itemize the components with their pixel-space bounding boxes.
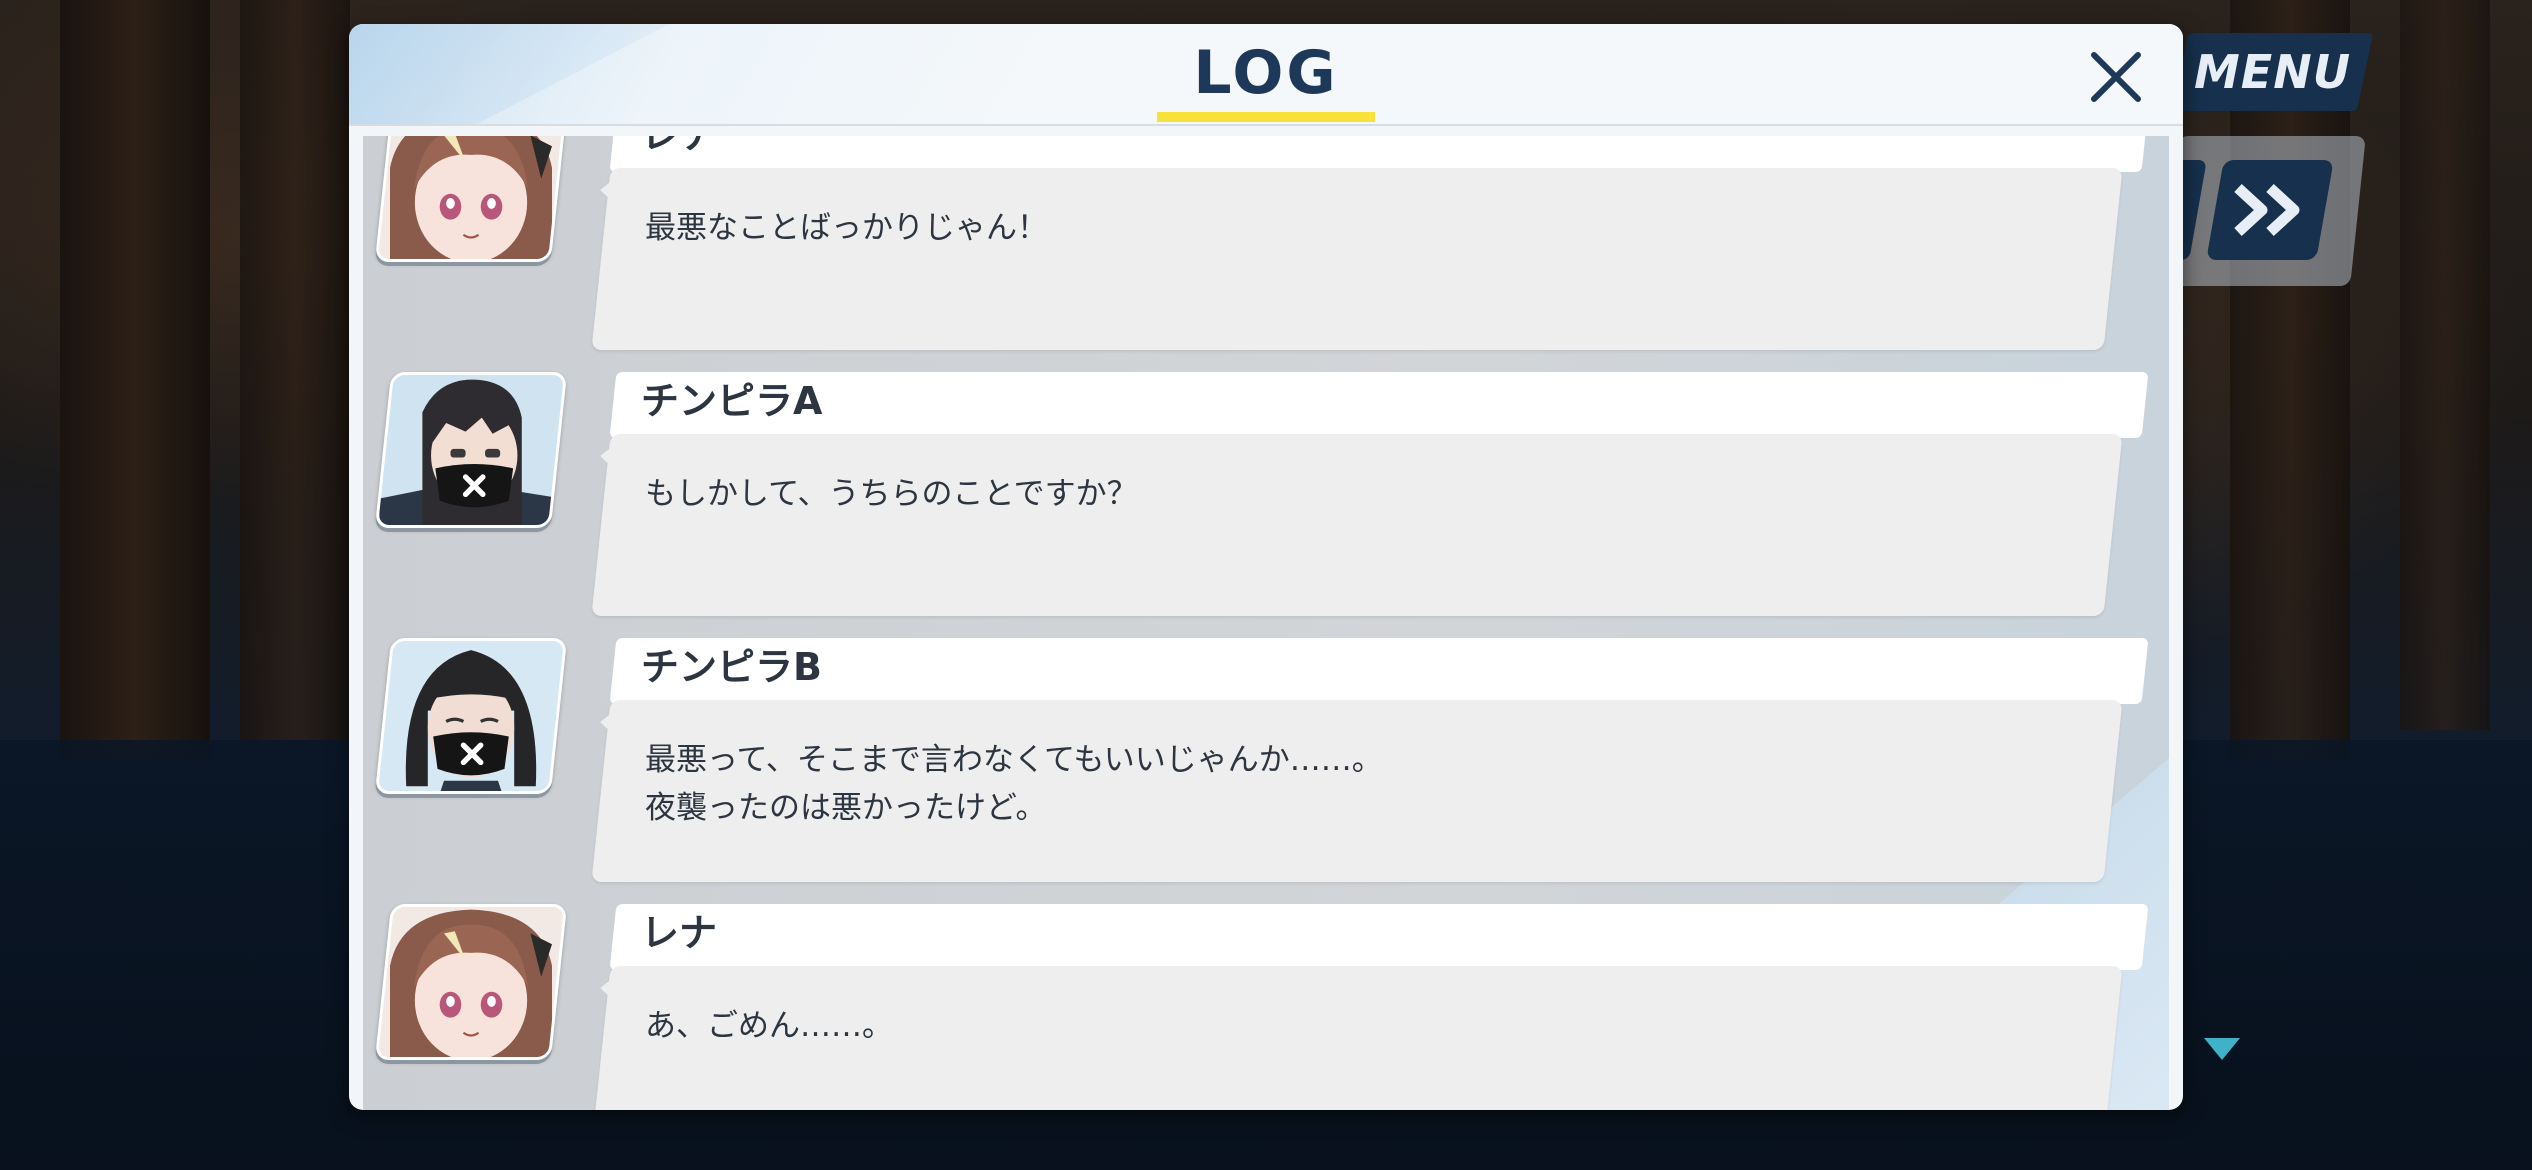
log-entry: レナ あ、ごめん……。 [363, 898, 2169, 1110]
speaker-name-bar [609, 372, 2149, 438]
log-modal: LOG 最悪なことばっかりじゃん！ チンピラA もしかして、うちらのことですか？… [349, 24, 2183, 1110]
avatar-thug-a [374, 372, 568, 528]
tree-trunk [240, 0, 350, 740]
log-title: LOG [1193, 38, 1339, 108]
speaker-name-bar [609, 136, 2149, 172]
log-header: LOG [349, 24, 2183, 126]
dialogue-text: もしかして、うちらのことですか？ [645, 476, 1138, 512]
speaker-name: レナ [641, 136, 717, 162]
close-icon [2091, 52, 2141, 102]
triangle-down-icon [2204, 1038, 2240, 1060]
tree-trunk [60, 0, 210, 760]
title-underline [1157, 112, 1375, 122]
speaker-name-bar [609, 638, 2149, 704]
rena-portrait [379, 904, 563, 1060]
dialogue-text: 最悪なことばっかりじゃん！ [645, 210, 1048, 246]
speaker-name-bar [609, 904, 2149, 970]
dialogue-box [591, 434, 2123, 616]
speaker-name: チンピラB [641, 645, 822, 689]
speaker-name: チンピラA [641, 379, 823, 423]
log-entry: チンピラB 最悪って、そこまで言わなくてもいいじゃんか……。 夜襲ったのは悪かっ… [363, 632, 2169, 898]
avatar-thug-b [374, 638, 568, 794]
log-entry: チンピラA もしかして、うちらのことですか？ [363, 366, 2169, 632]
log-entry: レナ 最悪なことばっかりじゃん！ [363, 136, 2169, 366]
dialogue-box [591, 168, 2123, 350]
dialogue-text: 最悪って、そこまで言わなくてもいいじゃんか……。 夜襲ったのは悪かったけど。 [645, 742, 1383, 826]
menu-label: MENU [2193, 45, 2352, 99]
thug-b-portrait [379, 638, 563, 794]
avatar-rena [374, 136, 568, 262]
menu-button[interactable]: MENU [2171, 33, 2374, 111]
thug-a-portrait [379, 372, 563, 528]
tree-trunk [2400, 0, 2490, 730]
double-chevron-right-icon [2234, 183, 2300, 237]
dialogue-text: あ、ごめん……。 [645, 1008, 893, 1044]
tree-trunk [2230, 0, 2350, 760]
close-button[interactable] [2081, 42, 2151, 112]
fast-forward-button[interactable] [2206, 160, 2334, 260]
log-list[interactable]: レナ 最悪なことばっかりじゃん！ [363, 136, 2169, 1110]
avatar-rena [374, 904, 568, 1060]
rena-portrait [379, 136, 563, 262]
speaker-name: レナ [641, 911, 718, 955]
